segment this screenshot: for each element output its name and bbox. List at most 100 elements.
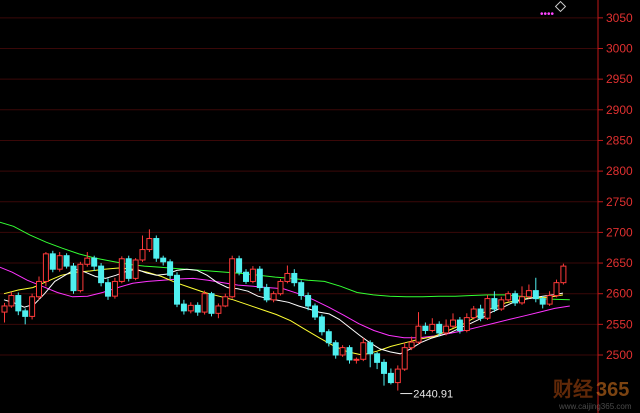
- candle-up: [415, 325, 422, 343]
- candle-up: [394, 368, 401, 384]
- tick-label: 2900: [606, 103, 633, 117]
- candle-down: [105, 282, 111, 297]
- candle-down: [91, 257, 98, 267]
- candle-down: [180, 303, 187, 312]
- candle-down: [512, 293, 519, 304]
- candle-up: [56, 255, 63, 270]
- tick-label: 3050: [606, 11, 633, 25]
- candle-down: [174, 274, 180, 305]
- candle-up: [339, 347, 346, 356]
- candle-down: [160, 257, 167, 263]
- candle-up: [429, 323, 436, 331]
- candle-up: [201, 293, 208, 313]
- candle-down: [153, 238, 160, 259]
- tick-label: 3000: [606, 42, 633, 56]
- candle-up: [284, 272, 291, 282]
- y-axis-ticks: 2500 2550 2600 2650 2700 2750 2800 2850 2900 2950…: [598, 11, 633, 362]
- toolbar: ••••: [540, 0, 567, 20]
- candle-up: [463, 317, 470, 331]
- tick-label: 2950: [606, 72, 633, 86]
- candle-down: [49, 253, 56, 270]
- candle-down: [98, 265, 105, 284]
- candle-up: [139, 249, 146, 261]
- moving-average-lines: [0, 221, 570, 356]
- candle-up: [146, 238, 153, 251]
- candle-up: [560, 265, 567, 284]
- candle-down: [539, 298, 546, 305]
- candle-down: [532, 290, 539, 300]
- candle-down: [243, 271, 249, 282]
- candle-down: [194, 304, 201, 313]
- candle-down: [491, 298, 498, 310]
- tick-label: 2550: [606, 317, 633, 331]
- tick-label: 2600: [606, 287, 633, 301]
- candle-up: [401, 347, 408, 370]
- candle-down: [298, 282, 305, 297]
- watermark-url: www.caijing365.com: [558, 402, 632, 411]
- candle-down: [367, 342, 374, 355]
- candle-down: [125, 258, 132, 279]
- candle-down: [236, 258, 243, 273]
- candle-down: [374, 353, 381, 363]
- candle-down: [325, 331, 332, 344]
- candle-down: [208, 293, 215, 314]
- candle-down: [436, 323, 443, 334]
- candle-up: [36, 280, 42, 298]
- candle-down: [422, 325, 429, 331]
- candle-up: [249, 268, 256, 282]
- tick-label: 2850: [606, 133, 633, 147]
- candle-down: [167, 261, 174, 276]
- tick-label: 2650: [606, 256, 633, 270]
- candle-up: [484, 298, 491, 319]
- watermark-text-cn: 财经: [553, 377, 593, 401]
- candle-up: [1, 305, 8, 313]
- candle-up: [408, 341, 415, 349]
- candle-up: [525, 290, 532, 298]
- candle-down: [477, 308, 484, 319]
- candle-down: [312, 305, 318, 318]
- candle-up: [118, 258, 125, 282]
- candle-up: [132, 259, 139, 279]
- tick-label: 2700: [606, 225, 633, 239]
- candle-up: [277, 280, 284, 295]
- candle-down: [291, 272, 298, 284]
- candle-up: [8, 295, 15, 307]
- candle-down: [305, 295, 312, 307]
- candle-up: [229, 258, 236, 298]
- candle-down: [387, 372, 394, 384]
- candle-up: [222, 296, 229, 307]
- candle-down: [63, 255, 70, 267]
- candle-down: [263, 287, 270, 301]
- candle-up: [84, 257, 91, 265]
- candle-up: [270, 293, 277, 301]
- candle-up: [505, 293, 512, 301]
- candle-up: [77, 263, 84, 292]
- watermark: 财经 365 www.caijing365.com: [553, 377, 632, 411]
- candle-up: [450, 319, 456, 327]
- tick-label: 2500: [606, 348, 633, 362]
- candle-down: [381, 361, 387, 374]
- candle-up: [29, 296, 36, 317]
- watermark-text-num: 365: [596, 379, 629, 401]
- candle-down: [15, 295, 22, 312]
- candles: [1, 229, 567, 391]
- toolbar-dots: ••••: [540, 9, 555, 20]
- candle-down: [70, 265, 77, 292]
- candle-up: [443, 325, 450, 334]
- candle-down: [318, 316, 325, 333]
- candle-up: [498, 299, 505, 310]
- candle-down: [22, 310, 29, 317]
- candle-down: [256, 268, 263, 289]
- candle-up: [546, 295, 553, 305]
- tick-label: 2750: [606, 195, 633, 209]
- candle-down: [332, 342, 339, 356]
- candle-up: [187, 304, 194, 312]
- candle-up: [553, 282, 560, 297]
- low-label: 2440.91: [413, 389, 453, 401]
- tick-label: 2800: [606, 164, 633, 178]
- diamond-icon[interactable]: [554, 0, 567, 13]
- candle-up: [519, 296, 525, 304]
- candle-up: [215, 305, 222, 314]
- candle-up: [353, 358, 360, 361]
- candle-up: [360, 342, 367, 360]
